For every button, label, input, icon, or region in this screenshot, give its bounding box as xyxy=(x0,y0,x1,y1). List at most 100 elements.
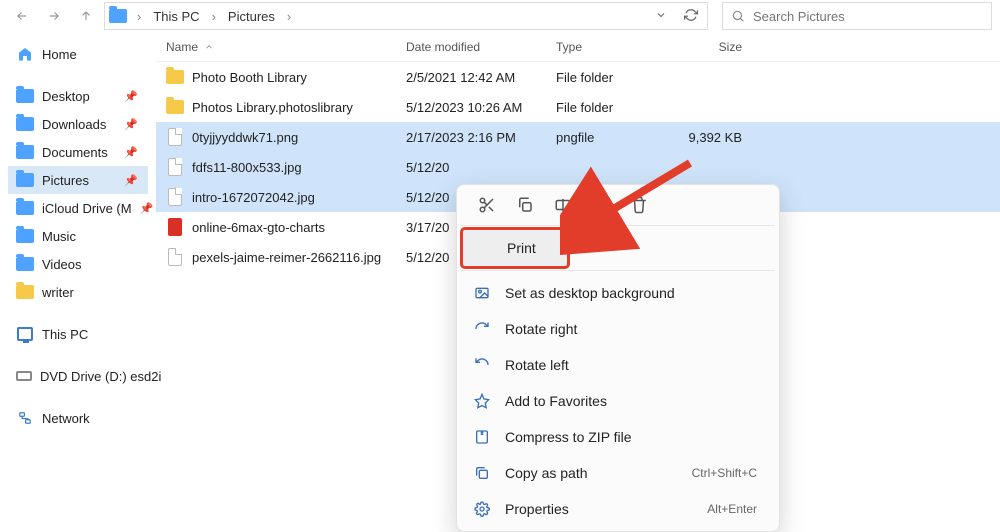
breadcrumb-pictures[interactable]: Pictures xyxy=(226,9,277,24)
sidebar-item-label: iCloud Drive (M xyxy=(42,201,132,216)
context-menu-label: Copy as path xyxy=(505,465,678,481)
file-icon xyxy=(166,188,184,206)
folder-blue-icon xyxy=(16,171,34,189)
sidebar-item-dvd-drive-d-esd2i[interactable]: DVD Drive (D:) esd2i xyxy=(8,362,148,390)
file-row[interactable]: fdfs11-800x533.jpg 5/12/20 xyxy=(156,152,1000,182)
share-button[interactable] xyxy=(591,195,611,215)
image-icon xyxy=(473,284,491,302)
rotate-right-icon xyxy=(473,320,491,338)
navigation-sidebar: HomeDesktop📌Downloads📌Documents📌Pictures… xyxy=(0,32,148,500)
file-name: pexels-jaime-reimer-2662116.jpg xyxy=(192,250,381,265)
file-icon xyxy=(166,158,184,176)
sidebar-item-videos[interactable]: Videos xyxy=(8,250,148,278)
forward-button[interactable] xyxy=(40,2,68,30)
search-box[interactable] xyxy=(722,2,992,30)
sidebar-item-desktop[interactable]: Desktop📌 xyxy=(8,82,148,110)
rename-button[interactable] xyxy=(553,195,573,215)
context-menu-item-print[interactable]: Print xyxy=(463,230,567,266)
back-button[interactable] xyxy=(8,2,36,30)
sidebar-item-label: Documents xyxy=(42,145,108,160)
file-name: fdfs11-800x533.jpg xyxy=(192,160,302,175)
column-date[interactable]: Date modified xyxy=(406,40,556,54)
sidebar-item-writer[interactable]: writer xyxy=(8,278,148,306)
sidebar-item-documents[interactable]: Documents📌 xyxy=(8,138,148,166)
copy-button[interactable] xyxy=(515,195,535,215)
sidebar-item-pictures[interactable]: Pictures📌 xyxy=(8,166,148,194)
sidebar-item-downloads[interactable]: Downloads📌 xyxy=(8,110,148,138)
sort-indicator-icon xyxy=(204,42,214,52)
pin-icon: 📌 xyxy=(124,90,144,103)
context-menu-item-rotate-right[interactable]: Rotate right xyxy=(461,311,775,347)
chevron-right-icon: › xyxy=(208,9,220,24)
sidebar-item-label: This PC xyxy=(42,327,88,342)
copy-icon xyxy=(516,196,534,214)
sidebar-item-home[interactable]: Home xyxy=(8,40,148,68)
sidebar-item-network[interactable]: Network xyxy=(8,404,148,432)
folder-yellow-icon xyxy=(16,283,34,301)
delete-button[interactable] xyxy=(629,195,649,215)
context-menu-item-rotate-left[interactable]: Rotate left xyxy=(461,347,775,383)
file-row[interactable]: 0tyjjyyddwk71.png2/17/2023 2:16 PMpngfil… xyxy=(156,122,1000,152)
sidebar-item-label: Home xyxy=(42,47,77,62)
file-icon xyxy=(166,248,184,266)
search-input[interactable] xyxy=(753,9,983,24)
arrow-up-icon xyxy=(79,9,93,23)
address-bar[interactable]: › This PC › Pictures › xyxy=(104,2,708,30)
context-menu-item-set-as-desktop-background[interactable]: Set as desktop background xyxy=(461,275,775,311)
file-type: File folder xyxy=(556,70,676,85)
file-row[interactable]: Photo Booth Library2/5/2021 12:42 AMFile… xyxy=(156,62,1000,92)
context-menu-shortcut: Ctrl+Shift+C xyxy=(692,466,757,480)
zip-icon xyxy=(473,428,491,446)
column-name[interactable]: Name xyxy=(156,40,406,54)
arrow-left-icon xyxy=(15,9,29,23)
cut-button[interactable] xyxy=(477,195,497,215)
chevron-right-icon: › xyxy=(283,9,295,24)
arrow-right-icon xyxy=(47,9,61,23)
file-date: 5/12/2023 10:26 AM xyxy=(406,100,556,115)
file-date: 2/17/2023 2:16 PM xyxy=(406,130,556,145)
context-menu-label: Properties xyxy=(505,501,693,517)
navigation-bar: › This PC › Pictures › xyxy=(0,0,1000,32)
context-menu-item-copy-as-path[interactable]: Copy as path Ctrl+Shift+C xyxy=(461,455,775,491)
file-name: online-6max-gto-charts xyxy=(192,220,325,235)
context-menu-item-properties[interactable]: PropertiesAlt+Enter xyxy=(461,491,775,527)
drive-icon xyxy=(16,367,32,385)
share-icon xyxy=(592,196,610,214)
file-name: Photo Booth Library xyxy=(192,70,307,85)
sidebar-item-label: DVD Drive (D:) esd2i xyxy=(40,369,161,384)
context-menu-item-compress-to-zip-file[interactable]: Compress to ZIP file xyxy=(461,419,775,455)
up-button[interactable] xyxy=(72,2,100,30)
folder-blue-icon xyxy=(16,143,34,161)
file-row[interactable]: Photos Library.photoslibrary 5/12/2023 10… xyxy=(156,92,1000,122)
folder-icon xyxy=(166,98,184,116)
file-name: intro-1672072042.jpg xyxy=(192,190,315,205)
rotate-left-icon xyxy=(473,356,491,374)
context-menu-separator xyxy=(461,270,775,271)
star-icon xyxy=(473,392,491,410)
rename-icon xyxy=(554,196,572,214)
column-size[interactable]: Size xyxy=(676,40,766,54)
folder-blue-icon xyxy=(16,199,34,217)
column-type[interactable]: Type xyxy=(556,40,676,54)
chevron-right-icon: › xyxy=(133,9,145,24)
context-menu-item-add-to-favorites[interactable]: Add to Favorites xyxy=(461,383,775,419)
folder-icon xyxy=(166,68,184,86)
pin-icon: 📌 xyxy=(124,174,144,187)
refresh-button[interactable] xyxy=(679,8,703,25)
file-name: Photos Library.photoslibrary xyxy=(192,100,353,115)
file-date: 5/12/20 xyxy=(406,160,556,175)
history-dropdown-button[interactable] xyxy=(649,9,673,24)
sidebar-item-this-pc[interactable]: This PC xyxy=(8,320,148,348)
sidebar-item-label: Downloads xyxy=(42,117,106,132)
breadcrumb-this-pc[interactable]: This PC xyxy=(151,9,201,24)
context-menu: Print Set as desktop backgroundRotate ri… xyxy=(456,184,780,532)
sidebar-item-icloud-drive-m[interactable]: iCloud Drive (M📌 xyxy=(8,194,148,222)
context-menu-label: Print xyxy=(507,240,549,256)
properties-icon xyxy=(473,500,491,518)
file-size: 9,392 KB xyxy=(676,130,766,145)
network-icon xyxy=(16,409,34,427)
sidebar-item-label: Videos xyxy=(42,257,82,272)
delete-icon xyxy=(630,196,648,214)
folder-blue-icon xyxy=(16,255,34,273)
sidebar-item-music[interactable]: Music xyxy=(8,222,148,250)
